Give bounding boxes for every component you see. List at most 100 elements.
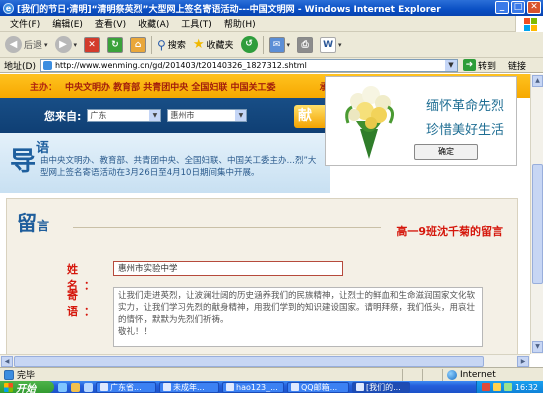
window-title-bar[interactable]: e [我们的节日·清明]“清明祭英烈”大型网上签名寄语活动---中国文明网 - … (0, 0, 543, 16)
windows-logo-icon (515, 16, 543, 32)
window-controls: _ □ ✕ (495, 1, 541, 14)
search-label: 搜索 (167, 41, 186, 51)
word-icon: W (320, 36, 337, 53)
tray-shield-icon[interactable] (492, 383, 501, 391)
minimize-button[interactable]: _ (495, 1, 509, 14)
address-bar: 地址(D) http://www.wenming.cn/gd/201403/t2… (0, 58, 543, 73)
menu-edit[interactable]: 编辑(E) (46, 17, 89, 30)
menu-help[interactable]: 帮助(H) (218, 17, 262, 30)
chevron-down-icon[interactable]: ▼ (444, 59, 457, 71)
menu-bar: 文件(F) 编辑(E) 查看(V) 收藏(A) 工具(T) 帮助(H) (0, 16, 543, 32)
menu-tools[interactable]: 工具(T) (175, 17, 218, 30)
popup-line-1: 缅怀革命先烈 (426, 99, 505, 114)
globe-icon (447, 369, 457, 380)
toolbar-separator (151, 35, 153, 54)
back-arrow-icon: ◀ (5, 36, 22, 53)
search-icon: ⚲ (157, 37, 166, 52)
start-button[interactable]: 开始 (0, 381, 54, 393)
message-title: 高一9班沈千菊的留言 (396, 225, 503, 238)
close-button[interactable]: ✕ (527, 1, 541, 14)
chevron-down-icon: ▾ (286, 40, 291, 49)
heading-divider (73, 227, 381, 228)
forward-button[interactable]: ▶ ▾ (53, 34, 80, 56)
city-value: 惠州市 (170, 111, 195, 120)
tray-network-icon[interactable] (503, 383, 512, 391)
refresh-icon: ↻ (107, 36, 124, 53)
tray-app-icon[interactable] (481, 383, 490, 391)
city-select[interactable]: 惠州市 ▼ (167, 109, 248, 122)
chevron-down-icon: ▼ (149, 110, 161, 121)
intro-text: 由中央文明办、教育部、共青团中央、全国妇联、中国关工委主办…烈”大型网上签名寄语… (40, 156, 317, 178)
message-textarea[interactable]: 让我们走进英烈，让波澜壮阔的历史涵养我们的民族精神，让烈士的鲜血和生命滋润国家文… (113, 287, 483, 347)
taskbar-item-active[interactable]: [我们的... (352, 381, 410, 393)
print-button[interactable]: ⎙ (295, 34, 315, 56)
scroll-right-icon[interactable]: ▶ (517, 356, 529, 367)
refresh-button[interactable]: ↻ (105, 34, 125, 56)
horizontal-scroll-thumb[interactable] (14, 356, 484, 367)
location-row: 您来自: 广东 ▼ 惠州市 ▼ (0, 98, 330, 133)
taskbar-item[interactable]: hao123_... (222, 381, 284, 393)
stop-button[interactable]: ✕ (82, 34, 102, 56)
horizontal-scrollbar[interactable]: ◀ ▶ (0, 354, 530, 367)
province-value: 广东 (90, 111, 107, 120)
quicklaunch-folder-icon[interactable] (71, 382, 80, 392)
page-content: 主办： 中央文明办 教育部 共青团中央 全国妇联 中国关工委 承办： 您来自: … (0, 74, 530, 354)
menu-file[interactable]: 文件(F) (4, 17, 46, 30)
stop-icon: ✕ (84, 36, 101, 53)
scroll-up-icon[interactable]: ▲ (532, 75, 543, 87)
toolbar-separator (262, 35, 264, 54)
system-tray: 16:32 (475, 381, 543, 393)
chevron-down-icon: ▼ (235, 110, 247, 121)
popup-ok-button[interactable]: 确定 (414, 144, 478, 160)
menu-favorites[interactable]: 收藏(A) (132, 17, 175, 30)
vertical-scroll-thumb[interactable] (532, 164, 543, 284)
address-input[interactable]: http://www.wenming.cn/gd/201403/t2014032… (39, 58, 458, 72)
vertical-scrollbar[interactable]: ▲ ▼ (530, 74, 543, 354)
scroll-left-icon[interactable]: ◀ (1, 356, 13, 367)
message-heading: 留言 (17, 207, 381, 236)
taskbar-item-label: 广东省... (110, 382, 142, 392)
quicklaunch-ie-icon[interactable] (58, 382, 67, 392)
go-button[interactable]: ➜ 转到 (462, 59, 496, 72)
search-button[interactable]: ⚲ 搜索 (155, 34, 188, 56)
go-arrow-icon: ➜ (462, 59, 476, 71)
window-title: [我们的节日·清明]“清明祭英烈”大型网上签名寄语活动---中国文明网 - Wi… (17, 4, 441, 15)
menu-view[interactable]: 查看(V) (89, 17, 132, 30)
location-prompt: 您来自: (44, 109, 82, 123)
home-button[interactable]: ⌂ (128, 34, 148, 56)
start-label: 开始 (16, 383, 36, 393)
back-label: 后退 (24, 41, 43, 51)
print-icon: ⎙ (297, 36, 314, 53)
ie-window-icon (226, 383, 234, 391)
windows-flag-icon (4, 382, 13, 392)
history-button[interactable]: ↺ (239, 34, 260, 56)
address-url[interactable]: http://www.wenming.cn/gd/201403/t2014032… (55, 61, 445, 70)
province-select[interactable]: 广东 ▼ (87, 109, 162, 122)
mail-icon: ✉ (268, 36, 285, 53)
memorial-popup: 缅怀革命先烈 珍惜美好生活 确定 (325, 76, 517, 166)
quicklaunch-desktop-icon[interactable] (84, 382, 93, 392)
scroll-down-icon[interactable]: ▼ (532, 341, 543, 353)
favorites-button[interactable]: ★ 收藏夹 (191, 34, 236, 56)
zone-text: Internet (460, 369, 496, 380)
edit-button[interactable]: W ▾ (318, 34, 344, 56)
name-field[interactable]: 惠州市实验中学 (113, 261, 343, 276)
mail-button[interactable]: ✉ ▾ (267, 34, 293, 56)
links-button[interactable]: 链接 (508, 59, 526, 72)
taskbar-item[interactable]: QQ邮箱... (287, 381, 349, 393)
message-heading-big: 留 (17, 211, 37, 235)
star-icon: ★ (192, 37, 205, 52)
forward-arrow-icon: ▶ (54, 36, 72, 53)
back-button[interactable]: ◀ 后退 ▾ (3, 34, 50, 56)
status-bar: 完毕 Internet (0, 367, 543, 381)
taskbar-item-label: [我们的... (366, 382, 401, 392)
status-cell (422, 368, 442, 381)
message-label: 寄语： (67, 289, 101, 318)
ie-window-icon (356, 383, 364, 391)
taskbar-item[interactable]: 未成年... (159, 381, 219, 393)
taskbar-item[interactable]: 广东省... (96, 381, 156, 393)
message-heading-small: 言 (37, 219, 50, 233)
security-zone: Internet (442, 368, 496, 381)
home-icon: ⌂ (130, 36, 147, 53)
maximize-button[interactable]: □ (511, 1, 525, 14)
